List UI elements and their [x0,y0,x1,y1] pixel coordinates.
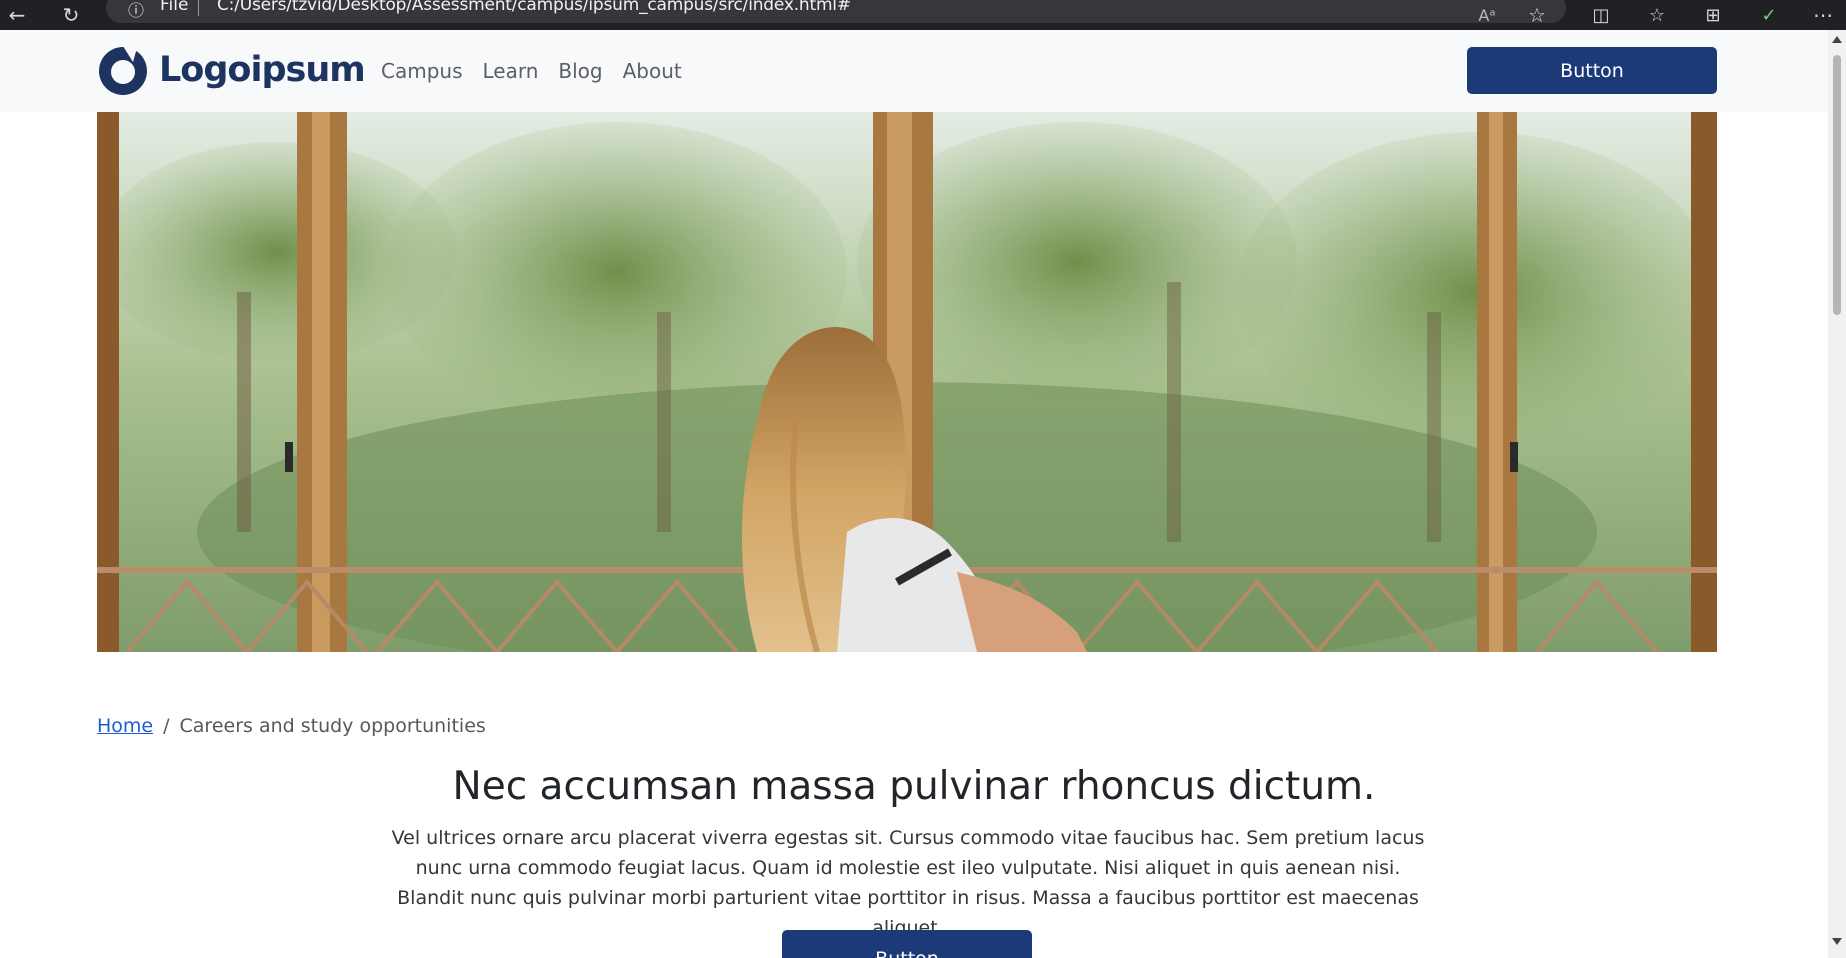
site-header: Logoipsum Campus Learn Blog About Button [0,30,1828,112]
scroll-down-arrow-icon[interactable] [1832,938,1842,945]
breadcrumb: Home / Careers and study opportunities [97,715,486,737]
url-text[interactable]: C:/Users/tzvid/Desktop/Assessment/campus… [217,0,851,15]
read-aloud-icon[interactable]: Aᵃ [1470,0,1504,30]
split-screen-icon[interactable]: ◫ [1584,0,1618,30]
hero-image [97,112,1717,652]
favorites-icon[interactable]: ☆ [1640,0,1674,30]
nav-about[interactable]: About [623,59,682,83]
refresh-icon[interactable]: ↻ [54,0,88,30]
collections-icon[interactable]: ⊞ [1696,0,1730,30]
hero-photo [97,112,1717,652]
scroll-up-arrow-icon[interactable] [1832,36,1842,43]
header-button[interactable]: Button [1467,47,1717,94]
info-icon[interactable]: ⓘ [128,0,144,21]
page-title: Nec accumsan massa pulvinar rhoncus dict… [452,764,1376,809]
nav-campus[interactable]: Campus [381,59,463,83]
breadcrumb-separator: / [163,715,170,737]
nav-learn[interactable]: Learn [483,59,539,83]
address-divider [198,0,199,16]
cta-button[interactable]: Button [782,930,1032,958]
logo-drop-icon [99,46,147,95]
breadcrumb-current: Careers and study opportunities [179,715,486,737]
extension-icon[interactable]: ✓ [1752,0,1786,30]
logo[interactable]: Logoipsum [97,44,366,96]
back-icon[interactable]: ← [0,0,34,30]
breadcrumb-home-link[interactable]: Home [97,715,153,737]
file-label: File [160,0,189,15]
page-scrollbar[interactable] [1828,30,1846,958]
scrollbar-thumb[interactable] [1833,55,1841,315]
nav-blog[interactable]: Blog [558,59,602,83]
favorite-star-icon[interactable]: ☆ [1520,0,1554,30]
logo-text: Logoipsum [159,50,366,90]
main-nav: Campus Learn Blog About [381,30,682,112]
intro-paragraph: Vel ultrices ornare arcu placerat viverr… [391,827,1425,939]
browser-toolbar: ← ↻ ⓘ File C:/Users/tzvid/Desktop/Assess… [0,0,1846,30]
more-menu-icon[interactable]: ⋯ [1806,0,1840,30]
